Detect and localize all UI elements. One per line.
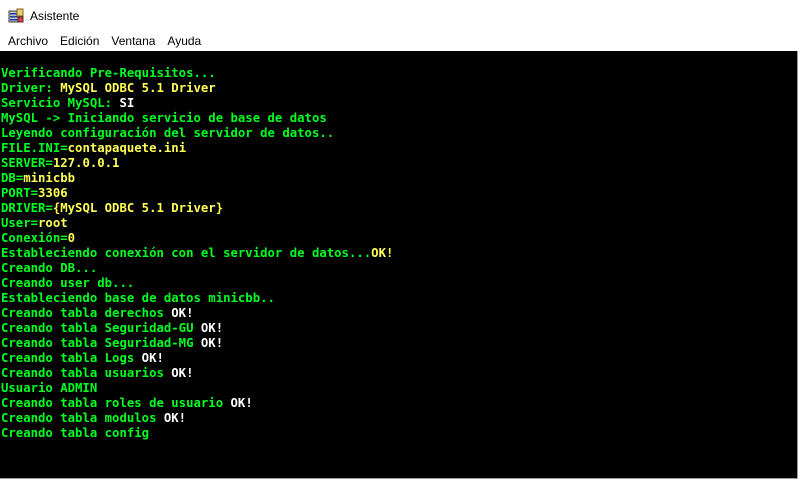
console-text: Creando tabla Seguridad-GU [1,321,201,335]
title-bar[interactable]: Asistente [0,0,800,31]
console-line: Driver: MySQL ODBC 5.1 Driver [0,81,797,96]
console-line: SERVER=127.0.0.1 [0,156,797,171]
console-text: Estableciendo conexión con el servidor d… [1,246,372,260]
console-text: Driver: [1,81,61,95]
console-text: MySQL ODBC 5.1 Driver [60,81,216,95]
console-line: FILE.INI=contapaquete.ini [0,141,797,156]
installer-icon [8,8,24,22]
console-line: Usuario ADMIN [0,381,797,396]
console-line: Leyendo configuración del servidor de da… [0,126,797,141]
console-text: OK! [200,321,224,335]
console-line: Creando tabla derechos OK! [0,306,797,321]
console-text: OK! [371,246,394,260]
console-line: Creando tabla Logs OK! [0,351,797,366]
console-line: Creando tabla usuarios OK! [0,366,797,381]
console-text: SI [119,96,135,110]
console-line: DRIVER={MySQL ODBC 5.1 Driver} [0,201,797,216]
console-text: OK! [200,336,224,350]
console-text: OK! [163,411,187,425]
console-line: DB=minicbb [0,171,797,186]
console-line: Conexión=0 [0,231,797,246]
console-text: OK! [171,306,194,320]
console-text: PORT= [1,186,39,200]
console-text: contapaquete.ini [67,141,187,155]
console-text: root [38,216,68,230]
console-text: Creando DB... [1,261,98,275]
console-line: Verificando Pre-Requisitos... [0,66,797,81]
console-text: Conexión= [1,231,68,245]
console-line: Creando tabla modulos OK! [0,411,797,426]
console-line: Estableciendo conexión con el servidor d… [0,246,797,261]
console-text: Creando tabla usuarios [1,366,172,380]
console-text: Creando tabla config [1,426,150,440]
console-line: Creando tabla Seguridad-GU OK! [0,321,797,336]
console-text: MySQL -> Iniciando servicio de base de d… [1,111,327,125]
console-text: SERVER= [1,156,53,170]
console-text: Creando user db... [1,276,135,290]
window-title: Asistente [30,8,80,23]
console-line: Creando tabla config [0,426,797,441]
console-line: User=root [0,216,797,231]
console-text: Creando tabla modulos [1,411,164,425]
console-line: Estableciendo base de datos minicbb.. [0,291,797,306]
menu-ayuda[interactable]: Ayuda [161,31,207,51]
menu-bar: Archivo Edición Ventana Ayuda [0,31,800,51]
console-line: MySQL -> Iniciando servicio de base de d… [0,111,797,126]
console-line: Creando tabla Seguridad-MG OK! [0,336,797,351]
console-text: Usuario ADMIN [1,381,98,395]
console-line: Creando user db... [0,276,797,291]
console-text: OK! [230,396,253,410]
console-line: Creando tabla roles de usuario OK! [0,396,797,411]
console-output[interactable]: Verificando Pre-Requisitos... Driver: MyS… [0,51,798,479]
console-text: Creando tabla derechos [1,306,172,320]
console-text: 3306 [38,186,68,200]
console-text: 127.0.0.1 [52,156,120,170]
console-text: Estableciendo base de datos minicbb.. [1,291,275,305]
menu-edicion[interactable]: Edición [54,31,105,51]
console-text: Verificando Pre-Requisitos... [1,66,216,80]
console-text: Creando tabla Seguridad-MG [1,336,201,350]
console-text: OK! [141,351,164,365]
console-text: Creando tabla Logs [1,351,142,365]
console-text: User= [1,216,39,230]
console-text: {MySQL ODBC 5.1 Driver} [52,201,224,215]
console-text: OK! [171,366,194,380]
console-line: Creando DB... [0,261,797,276]
console-text: FILE.INI= [1,141,68,155]
console-text: DRIVER= [1,201,53,215]
console-text: Servicio MySQL: [1,96,120,110]
console-text: Leyendo configuración del servidor de da… [1,126,335,140]
console-text: Creando tabla roles de usuario [1,396,231,410]
menu-archivo[interactable]: Archivo [2,31,54,51]
console-line: PORT=3306 [0,186,797,201]
menu-ventana[interactable]: Ventana [105,31,161,51]
console-text: minicbb [23,171,76,185]
console-line: Servicio MySQL: SI [0,96,797,111]
app-window: Asistente Archivo Edición Ventana Ayuda … [0,0,800,480]
console-text: 0 [67,231,76,245]
console-text: DB= [1,171,24,185]
